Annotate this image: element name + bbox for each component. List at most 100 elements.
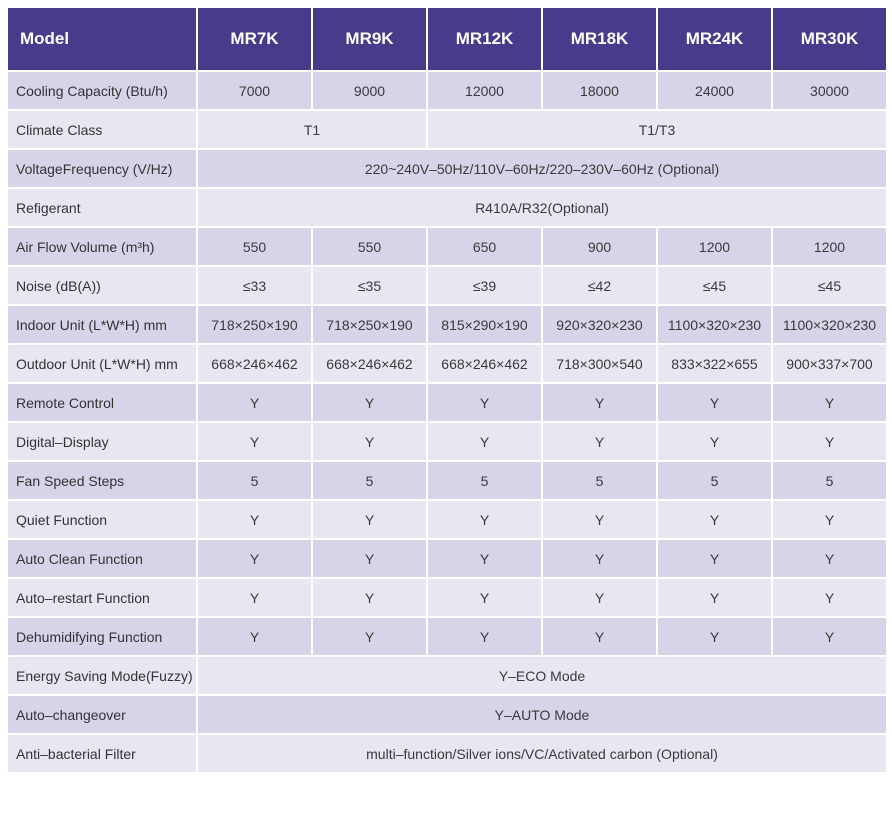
table-cell: Y (541, 538, 658, 579)
table-cell: 668×246×462 (426, 343, 543, 384)
table-row-refrigerant: Refigerant R410A/R32(Optional) (6, 187, 888, 228)
table-row-auto-changeover: Auto–changeover Y–AUTO Mode (6, 694, 888, 735)
table-cell: 5 (311, 460, 428, 501)
table-cell: 668×246×462 (196, 343, 313, 384)
table-cell: 815×290×190 (426, 304, 543, 345)
table-cell: 9000 (311, 70, 428, 111)
table-cell: 5 (426, 460, 543, 501)
table-row-indoor-unit: Indoor Unit (L*W*H) mm 718×250×190 718×2… (6, 304, 888, 345)
table-cell: Y (311, 499, 428, 540)
row-label: Energy Saving Mode(Fuzzy) (6, 655, 198, 696)
table-row-auto-clean: Auto Clean Function Y Y Y Y Y Y (6, 538, 888, 579)
table-cell: ≤42 (541, 265, 658, 306)
table-cell: 5 (771, 460, 888, 501)
table-row-digital-display: Digital–Display Y Y Y Y Y Y (6, 421, 888, 462)
table-row-climate-class: Climate Class T1 T1/T3 (6, 109, 888, 150)
table-cell: 220~240V–50Hz/110V–60Hz/220–230V–60Hz (O… (196, 148, 888, 189)
table-cell: 550 (311, 226, 428, 267)
table-cell: Y (196, 421, 313, 462)
header-model-mr9k: MR9K (311, 6, 428, 72)
table-cell: Y (426, 382, 543, 423)
table-cell: 650 (426, 226, 543, 267)
table-cell: ≤33 (196, 265, 313, 306)
row-label: Air Flow Volume (m³h) (6, 226, 198, 267)
table-cell: 24000 (656, 70, 773, 111)
table-cell: 18000 (541, 70, 658, 111)
table-cell: 920×320×230 (541, 304, 658, 345)
table-cell: 5 (541, 460, 658, 501)
table-row-fan-speed-steps: Fan Speed Steps 5 5 5 5 5 5 (6, 460, 888, 501)
table-cell: Y (311, 538, 428, 579)
table-cell: Y (426, 538, 543, 579)
table-row-noise: Noise (dB(A)) ≤33 ≤35 ≤39 ≤42 ≤45 ≤45 (6, 265, 888, 306)
table-cell: ≤45 (771, 265, 888, 306)
table-cell: Y (311, 616, 428, 657)
table-cell: Y (426, 577, 543, 618)
table-cell: Y (656, 382, 773, 423)
table-row-voltage-frequency: VoltageFrequency (V/Hz) 220~240V–50Hz/11… (6, 148, 888, 189)
row-label: Indoor Unit (L*W*H) mm (6, 304, 198, 345)
table-cell: Y (656, 499, 773, 540)
table-cell: 5 (196, 460, 313, 501)
table-cell: Y (541, 616, 658, 657)
header-model-mr30k: MR30K (771, 6, 888, 72)
table-cell: 718×250×190 (311, 304, 428, 345)
row-label: Auto Clean Function (6, 538, 198, 579)
table-cell: Y–ECO Mode (196, 655, 888, 696)
table-cell: 5 (656, 460, 773, 501)
table-cell: Y (196, 616, 313, 657)
row-label: Auto–restart Function (6, 577, 198, 618)
row-label: VoltageFrequency (V/Hz) (6, 148, 198, 189)
row-label: Remote Control (6, 382, 198, 423)
table-cell: ≤35 (311, 265, 428, 306)
spec-table: Model MR7K MR9K MR12K MR18K MR24K MR30K … (6, 6, 888, 774)
table-cell: Y (311, 382, 428, 423)
table-cell: 12000 (426, 70, 543, 111)
table-cell: 1100×320×230 (771, 304, 888, 345)
table-cell: Y (196, 382, 313, 423)
table-cell: Y (541, 421, 658, 462)
table-cell: 7000 (196, 70, 313, 111)
table-cell: Y (771, 499, 888, 540)
table-row-air-flow: Air Flow Volume (m³h) 550 550 650 900 12… (6, 226, 888, 267)
row-label: Anti–bacterial Filter (6, 733, 198, 774)
table-cell: Y (771, 538, 888, 579)
table-row-cooling-capacity: Cooling Capacity (Btu/h) 7000 9000 12000… (6, 70, 888, 111)
header-model-mr7k: MR7K (196, 6, 313, 72)
table-row-energy-saving: Energy Saving Mode(Fuzzy) Y–ECO Mode (6, 655, 888, 696)
row-label: Noise (dB(A)) (6, 265, 198, 306)
table-cell: 1200 (771, 226, 888, 267)
table-cell: Y (771, 421, 888, 462)
table-cell: Y (426, 421, 543, 462)
table-row-remote-control: Remote Control Y Y Y Y Y Y (6, 382, 888, 423)
table-cell: Y (656, 577, 773, 618)
table-cell: R410A/R32(Optional) (196, 187, 888, 228)
table-cell: Y (771, 616, 888, 657)
table-cell: 30000 (771, 70, 888, 111)
table-cell: T1 (196, 109, 428, 150)
row-label: Cooling Capacity (Btu/h) (6, 70, 198, 111)
table-cell: ≤39 (426, 265, 543, 306)
table-cell: 668×246×462 (311, 343, 428, 384)
table-cell: 718×300×540 (541, 343, 658, 384)
table-cell: 1200 (656, 226, 773, 267)
table-cell: Y (196, 577, 313, 618)
table-cell: Y (426, 616, 543, 657)
header-model-mr24k: MR24K (656, 6, 773, 72)
row-label: Auto–changeover (6, 694, 198, 735)
table-cell: Y (196, 538, 313, 579)
header-model-mr12k: MR12K (426, 6, 543, 72)
table-cell: Y (426, 499, 543, 540)
table-row-outdoor-unit: Outdoor Unit (L*W*H) mm 668×246×462 668×… (6, 343, 888, 384)
row-label: Digital–Display (6, 421, 198, 462)
table-row-quiet-function: Quiet Function Y Y Y Y Y Y (6, 499, 888, 540)
table-cell: Y (656, 421, 773, 462)
header-model-mr18k: MR18K (541, 6, 658, 72)
row-label: Refigerant (6, 187, 198, 228)
table-cell: Y–AUTO Mode (196, 694, 888, 735)
table-cell: 718×250×190 (196, 304, 313, 345)
table-cell: Y (311, 577, 428, 618)
table-cell: Y (196, 499, 313, 540)
row-label: Climate Class (6, 109, 198, 150)
table-cell: Y (771, 382, 888, 423)
